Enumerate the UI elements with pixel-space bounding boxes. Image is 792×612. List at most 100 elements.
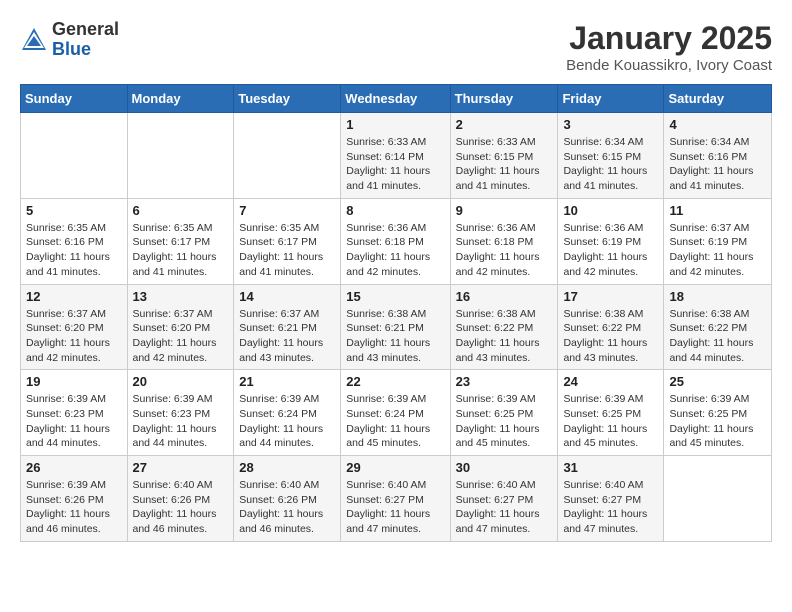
- day-number: 3: [563, 117, 658, 132]
- calendar-cell: 10 Sunrise: 6:36 AMSunset: 6:19 PMDayligh…: [558, 198, 664, 284]
- calendar-table: SundayMondayTuesdayWednesdayThursdayFrid…: [20, 84, 772, 542]
- logo-icon: [20, 26, 48, 54]
- day-number: 13: [133, 289, 229, 304]
- day-info: Sunrise: 6:37 AMSunset: 6:19 PMDaylight:…: [669, 221, 766, 280]
- calendar-cell: [664, 456, 772, 542]
- day-info: Sunrise: 6:38 AMSunset: 6:21 PMDaylight:…: [346, 307, 444, 366]
- day-info: Sunrise: 6:33 AMSunset: 6:15 PMDaylight:…: [456, 135, 553, 194]
- day-info: Sunrise: 6:39 AMSunset: 6:25 PMDaylight:…: [669, 392, 766, 451]
- calendar-cell: 12 Sunrise: 6:37 AMSunset: 6:20 PMDayligh…: [21, 284, 128, 370]
- weekday-header-friday: Friday: [558, 85, 664, 113]
- day-number: 4: [669, 117, 766, 132]
- calendar-cell: 6 Sunrise: 6:35 AMSunset: 6:17 PMDaylight…: [127, 198, 234, 284]
- weekday-header-sunday: Sunday: [21, 85, 128, 113]
- day-number: 6: [133, 203, 229, 218]
- day-number: 7: [239, 203, 335, 218]
- weekday-header-saturday: Saturday: [664, 85, 772, 113]
- day-number: 14: [239, 289, 335, 304]
- calendar-cell: 5 Sunrise: 6:35 AMSunset: 6:16 PMDaylight…: [21, 198, 128, 284]
- day-info: Sunrise: 6:37 AMSunset: 6:21 PMDaylight:…: [239, 307, 335, 366]
- calendar-cell: 16Sunrise: 6:38 AMSunset: 6:22 PMDayligh…: [450, 284, 558, 370]
- day-number: 31: [563, 460, 658, 475]
- calendar-cell: 20 Sunrise: 6:39 AMSunset: 6:23 PMDayligh…: [127, 370, 234, 456]
- calendar-cell: 13 Sunrise: 6:37 AMSunset: 6:20 PMDayligh…: [127, 284, 234, 370]
- calendar-cell: 3Sunrise: 6:34 AMSunset: 6:15 PMDaylight…: [558, 113, 664, 199]
- day-info: Sunrise: 6:39 AMSunset: 6:26 PMDaylight:…: [26, 478, 122, 537]
- day-info: Sunrise: 6:35 AMSunset: 6:17 PMDaylight:…: [133, 221, 229, 280]
- weekday-header-row: SundayMondayTuesdayWednesdayThursdayFrid…: [21, 85, 772, 113]
- day-info: Sunrise: 6:36 AMSunset: 6:19 PMDaylight:…: [563, 221, 658, 280]
- day-info: Sunrise: 6:40 AMSunset: 6:26 PMDaylight:…: [133, 478, 229, 537]
- day-info: Sunrise: 6:39 AMSunset: 6:25 PMDaylight:…: [563, 392, 658, 451]
- day-info: Sunrise: 6:38 AMSunset: 6:22 PMDaylight:…: [669, 307, 766, 366]
- day-info: Sunrise: 6:40 AMSunset: 6:27 PMDaylight:…: [563, 478, 658, 537]
- day-number: 26: [26, 460, 122, 475]
- calendar-cell: 21Sunrise: 6:39 AMSunset: 6:24 PMDayligh…: [234, 370, 341, 456]
- location-subtitle: Bende Kouassikro, Ivory Coast: [566, 57, 772, 74]
- day-info: Sunrise: 6:33 AMSunset: 6:14 PMDaylight:…: [346, 135, 444, 194]
- calendar-cell: 1 Sunrise: 6:33 AMSunset: 6:14 PMDaylight…: [341, 113, 450, 199]
- calendar-cell: 25 Sunrise: 6:39 AMSunset: 6:25 PMDayligh…: [664, 370, 772, 456]
- calendar-cell: 22Sunrise: 6:39 AMSunset: 6:24 PMDayligh…: [341, 370, 450, 456]
- logo: General Blue: [20, 20, 119, 60]
- calendar-cell: 19Sunrise: 6:39 AMSunset: 6:23 PMDayligh…: [21, 370, 128, 456]
- calendar-cell: 14 Sunrise: 6:37 AMSunset: 6:21 PMDayligh…: [234, 284, 341, 370]
- calendar-cell: 8 Sunrise: 6:36 AMSunset: 6:18 PMDaylight…: [341, 198, 450, 284]
- day-number: 15: [346, 289, 444, 304]
- day-number: 28: [239, 460, 335, 475]
- day-number: 29: [346, 460, 444, 475]
- day-info: Sunrise: 6:36 AMSunset: 6:18 PMDaylight:…: [456, 221, 553, 280]
- day-info: Sunrise: 6:39 AMSunset: 6:23 PMDaylight:…: [133, 392, 229, 451]
- day-info: Sunrise: 6:39 AMSunset: 6:25 PMDaylight:…: [456, 392, 553, 451]
- logo-text: General Blue: [52, 20, 119, 60]
- calendar-week-row: 5 Sunrise: 6:35 AMSunset: 6:16 PMDaylight…: [21, 198, 772, 284]
- calendar-cell: 15 Sunrise: 6:38 AMSunset: 6:21 PMDayligh…: [341, 284, 450, 370]
- calendar-cell: 31 Sunrise: 6:40 AMSunset: 6:27 PMDayligh…: [558, 456, 664, 542]
- calendar-cell: 17Sunrise: 6:38 AMSunset: 6:22 PMDayligh…: [558, 284, 664, 370]
- calendar-cell: 28 Sunrise: 6:40 AMSunset: 6:26 PMDayligh…: [234, 456, 341, 542]
- calendar-cell: 27 Sunrise: 6:40 AMSunset: 6:26 PMDayligh…: [127, 456, 234, 542]
- calendar-cell: 23 Sunrise: 6:39 AMSunset: 6:25 PMDayligh…: [450, 370, 558, 456]
- calendar-cell: [127, 113, 234, 199]
- day-number: 24: [563, 374, 658, 389]
- page-header: General Blue January 2025 Bende Kouassik…: [20, 20, 772, 74]
- calendar-cell: 26 Sunrise: 6:39 AMSunset: 6:26 PMDayligh…: [21, 456, 128, 542]
- weekday-header-thursday: Thursday: [450, 85, 558, 113]
- day-number: 20: [133, 374, 229, 389]
- day-number: 23: [456, 374, 553, 389]
- day-info: Sunrise: 6:36 AMSunset: 6:18 PMDaylight:…: [346, 221, 444, 280]
- calendar-cell: 29 Sunrise: 6:40 AMSunset: 6:27 PMDayligh…: [341, 456, 450, 542]
- day-number: 1: [346, 117, 444, 132]
- weekday-header-wednesday: Wednesday: [341, 85, 450, 113]
- day-info: Sunrise: 6:37 AMSunset: 6:20 PMDaylight:…: [133, 307, 229, 366]
- day-number: 8: [346, 203, 444, 218]
- logo-general: General: [52, 20, 119, 40]
- calendar-cell: 7Sunrise: 6:35 AMSunset: 6:17 PMDaylight…: [234, 198, 341, 284]
- calendar-cell: 24 Sunrise: 6:39 AMSunset: 6:25 PMDayligh…: [558, 370, 664, 456]
- calendar-cell: 18 Sunrise: 6:38 AMSunset: 6:22 PMDayligh…: [664, 284, 772, 370]
- day-info: Sunrise: 6:37 AMSunset: 6:20 PMDaylight:…: [26, 307, 122, 366]
- day-number: 27: [133, 460, 229, 475]
- day-info: Sunrise: 6:35 AMSunset: 6:16 PMDaylight:…: [26, 221, 122, 280]
- calendar-cell: [234, 113, 341, 199]
- day-info: Sunrise: 6:40 AMSunset: 6:27 PMDaylight:…: [346, 478, 444, 537]
- day-number: 9: [456, 203, 553, 218]
- calendar-week-row: 26 Sunrise: 6:39 AMSunset: 6:26 PMDayligh…: [21, 456, 772, 542]
- calendar-cell: 11 Sunrise: 6:37 AMSunset: 6:19 PMDayligh…: [664, 198, 772, 284]
- weekday-header-monday: Monday: [127, 85, 234, 113]
- day-number: 12: [26, 289, 122, 304]
- day-info: Sunrise: 6:39 AMSunset: 6:24 PMDaylight:…: [239, 392, 335, 451]
- day-number: 30: [456, 460, 553, 475]
- day-info: Sunrise: 6:40 AMSunset: 6:26 PMDaylight:…: [239, 478, 335, 537]
- day-number: 11: [669, 203, 766, 218]
- day-number: 5: [26, 203, 122, 218]
- day-number: 18: [669, 289, 766, 304]
- calendar-week-row: 19Sunrise: 6:39 AMSunset: 6:23 PMDayligh…: [21, 370, 772, 456]
- calendar-week-row: 1 Sunrise: 6:33 AMSunset: 6:14 PMDaylight…: [21, 113, 772, 199]
- day-number: 10: [563, 203, 658, 218]
- day-info: Sunrise: 6:40 AMSunset: 6:27 PMDaylight:…: [456, 478, 553, 537]
- day-number: 16: [456, 289, 553, 304]
- calendar-cell: 2Sunrise: 6:33 AMSunset: 6:15 PMDaylight…: [450, 113, 558, 199]
- day-number: 25: [669, 374, 766, 389]
- day-number: 17: [563, 289, 658, 304]
